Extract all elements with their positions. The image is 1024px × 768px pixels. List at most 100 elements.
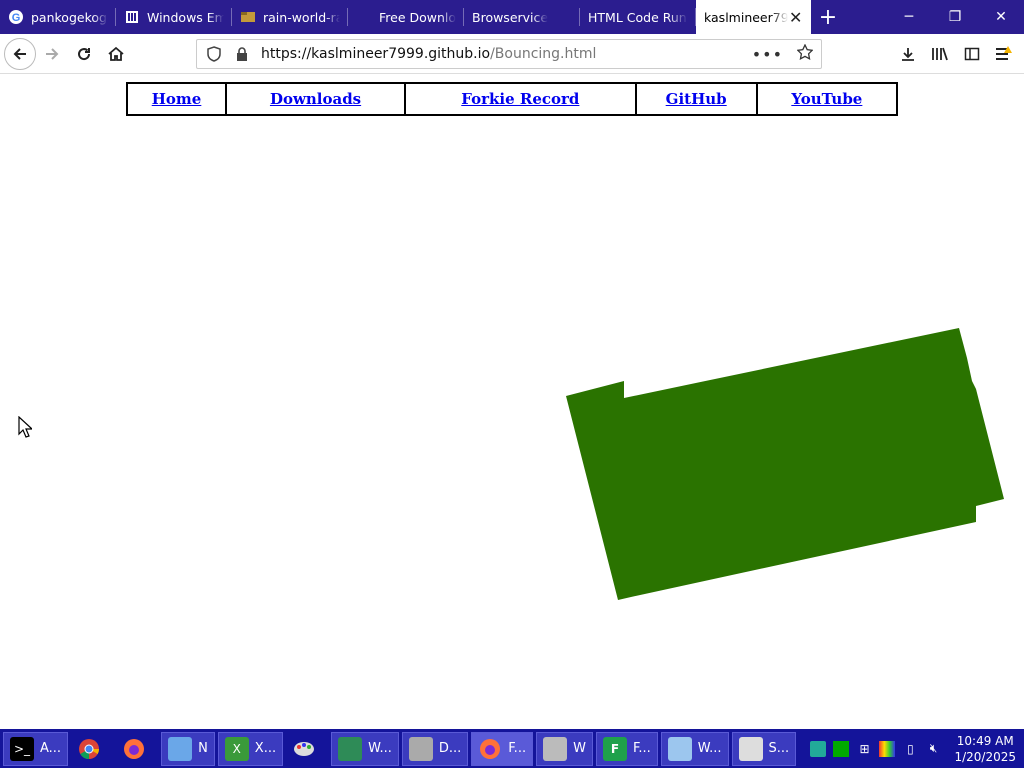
mouse-cursor-icon xyxy=(18,416,32,438)
close-tab-icon[interactable]: ✕ xyxy=(788,8,803,27)
hamburger-menu-icon xyxy=(996,46,1012,60)
home-icon xyxy=(108,46,124,61)
taskbar-window-monitor[interactable]: W... xyxy=(331,731,399,766)
taskbar-label: W... xyxy=(368,741,392,756)
green-square-tray-icon[interactable] xyxy=(833,740,850,757)
taskbar-app-f[interactable]: F F... xyxy=(595,731,658,766)
tab-label: kaslmineer799 xyxy=(704,9,789,25)
downloads-button[interactable] xyxy=(892,38,924,70)
disk-icon xyxy=(543,736,568,761)
toolbar-right xyxy=(892,34,1024,74)
reload-button[interactable] xyxy=(68,38,100,70)
taskbar-label: F... xyxy=(632,741,651,756)
navigation-toolbar: https://kaslmineer7999.github.io/Bouncin… xyxy=(0,34,1024,74)
url-host: https://kaslmineer7999.github.io xyxy=(261,46,491,62)
document-icon xyxy=(667,736,692,761)
terminal-icon: >_ xyxy=(10,736,34,761)
more-actions-icon[interactable]: ••• xyxy=(752,45,783,64)
monitor-icon xyxy=(338,736,363,761)
close-window-icon[interactable]: ✕ xyxy=(978,0,1024,34)
forward-arrow-icon xyxy=(46,47,59,60)
tab-windows-emb[interactable]: Windows Emb xyxy=(116,0,232,34)
taskbar-label: N xyxy=(198,741,208,756)
taskbar-label: D... xyxy=(438,741,462,756)
tab-free-download[interactable]: Free Downloa xyxy=(348,0,464,34)
taskbar-label: S... xyxy=(768,741,790,756)
tab-label: rain-world-ra xyxy=(263,9,340,25)
new-tab-button[interactable]: + xyxy=(811,0,845,34)
paint-icon xyxy=(292,737,316,761)
taskbar-firefox[interactable] xyxy=(116,732,158,766)
taskbar-terminal[interactable]: >_ A... xyxy=(3,731,69,766)
clock-time: 10:49 AM xyxy=(956,733,1014,748)
menu-button[interactable] xyxy=(988,38,1020,70)
tab-pankogekoge[interactable]: G pankogekoge xyxy=(0,0,116,34)
tab-label: pankogekoge xyxy=(31,9,108,25)
library-icon xyxy=(932,47,948,61)
sidebar-button[interactable] xyxy=(956,38,988,70)
forward-button[interactable] xyxy=(36,38,68,70)
taskbar-label: F... xyxy=(508,741,527,756)
minimize-icon[interactable]: ─ xyxy=(886,0,932,34)
blank-icon xyxy=(356,9,372,25)
drive-icon xyxy=(408,736,433,761)
building-icon xyxy=(124,9,140,25)
taskbar-label: W... xyxy=(697,741,722,756)
usb-tray-icon[interactable]: ▯ xyxy=(902,741,918,757)
tab-label: HTML Code Runn xyxy=(588,9,688,25)
taskbar: >_ A... N X X... W... D... F... W F F...… xyxy=(0,729,1024,768)
server-icon xyxy=(738,736,763,761)
folder-icon xyxy=(240,9,256,25)
url-path: /Bouncing.html xyxy=(490,46,597,62)
restore-icon[interactable]: ❐ xyxy=(932,0,978,34)
taskbar-notepad[interactable]: N xyxy=(161,731,215,766)
tab-strip: G pankogekoge Windows Emb rain-world-ra … xyxy=(0,0,1024,34)
taskbar-paint[interactable] xyxy=(286,732,328,766)
shield-icon[interactable] xyxy=(205,46,223,62)
excel-icon: X xyxy=(224,736,249,761)
app-f-icon: F xyxy=(602,736,627,761)
system-tray: ⊞ ▯ 🔇︎ 10:49 AM 1/20/2025 xyxy=(810,733,1024,765)
lock-icon[interactable] xyxy=(233,47,251,61)
taskbar-label: X... xyxy=(254,741,277,756)
back-arrow-icon xyxy=(13,47,26,60)
bookmark-star-icon[interactable] xyxy=(796,43,814,64)
firefox-icon xyxy=(478,737,502,761)
page-content: Home Downloads Forkie Record GitHub YouT… xyxy=(0,75,1024,729)
taskbar-chrome[interactable] xyxy=(71,732,113,766)
sync-tray-icon[interactable] xyxy=(810,740,827,757)
sidebar-icon xyxy=(964,47,980,61)
taskbar-excel[interactable]: X X... xyxy=(217,731,284,766)
tab-kaslmineer-active[interactable]: kaslmineer799 ✕ xyxy=(696,0,811,34)
taskbar-disk[interactable]: W xyxy=(536,731,593,766)
address-bar[interactable]: https://kaslmineer7999.github.io/Bouncin… xyxy=(196,39,822,69)
system-clock[interactable]: 10:49 AM 1/20/2025 xyxy=(954,733,1016,765)
speaker-muted-icon[interactable]: 🔇︎ xyxy=(925,741,941,757)
tab-browservice[interactable]: Browservice xyxy=(464,0,580,34)
window-controls: ─ ❐ ✕ xyxy=(886,0,1024,34)
back-button[interactable] xyxy=(4,37,36,70)
google-icon: G xyxy=(8,9,24,25)
taskbar-label: W xyxy=(573,741,586,756)
bouncing-green-shape xyxy=(566,328,1004,600)
taskbar-document[interactable]: W... xyxy=(660,731,729,766)
home-button[interactable] xyxy=(100,38,132,70)
chrome-icon xyxy=(77,737,101,761)
taskbar-firefox-active[interactable]: F... xyxy=(471,731,534,766)
colors-tray-icon[interactable] xyxy=(879,740,896,757)
firefox-icon xyxy=(122,737,146,761)
tab-label: Windows Emb xyxy=(147,9,224,25)
taskbar-drive[interactable]: D... xyxy=(401,731,469,766)
clock-date: 1/20/2025 xyxy=(954,749,1016,764)
tab-rain-world[interactable]: rain-world-ra xyxy=(232,0,348,34)
network-tray-icon[interactable]: ⊞ xyxy=(856,741,872,757)
svg-text:G: G xyxy=(12,12,21,24)
taskbar-server[interactable]: S... xyxy=(731,731,797,766)
bouncing-shape-canvas xyxy=(566,328,1004,600)
download-icon xyxy=(902,48,914,61)
tab-label: Free Downloa xyxy=(379,9,456,25)
library-button[interactable] xyxy=(924,38,956,70)
tab-label: Browservice xyxy=(472,9,549,25)
notepad-icon xyxy=(168,736,193,761)
tab-html-code-runner[interactable]: HTML Code Runn xyxy=(580,0,696,34)
